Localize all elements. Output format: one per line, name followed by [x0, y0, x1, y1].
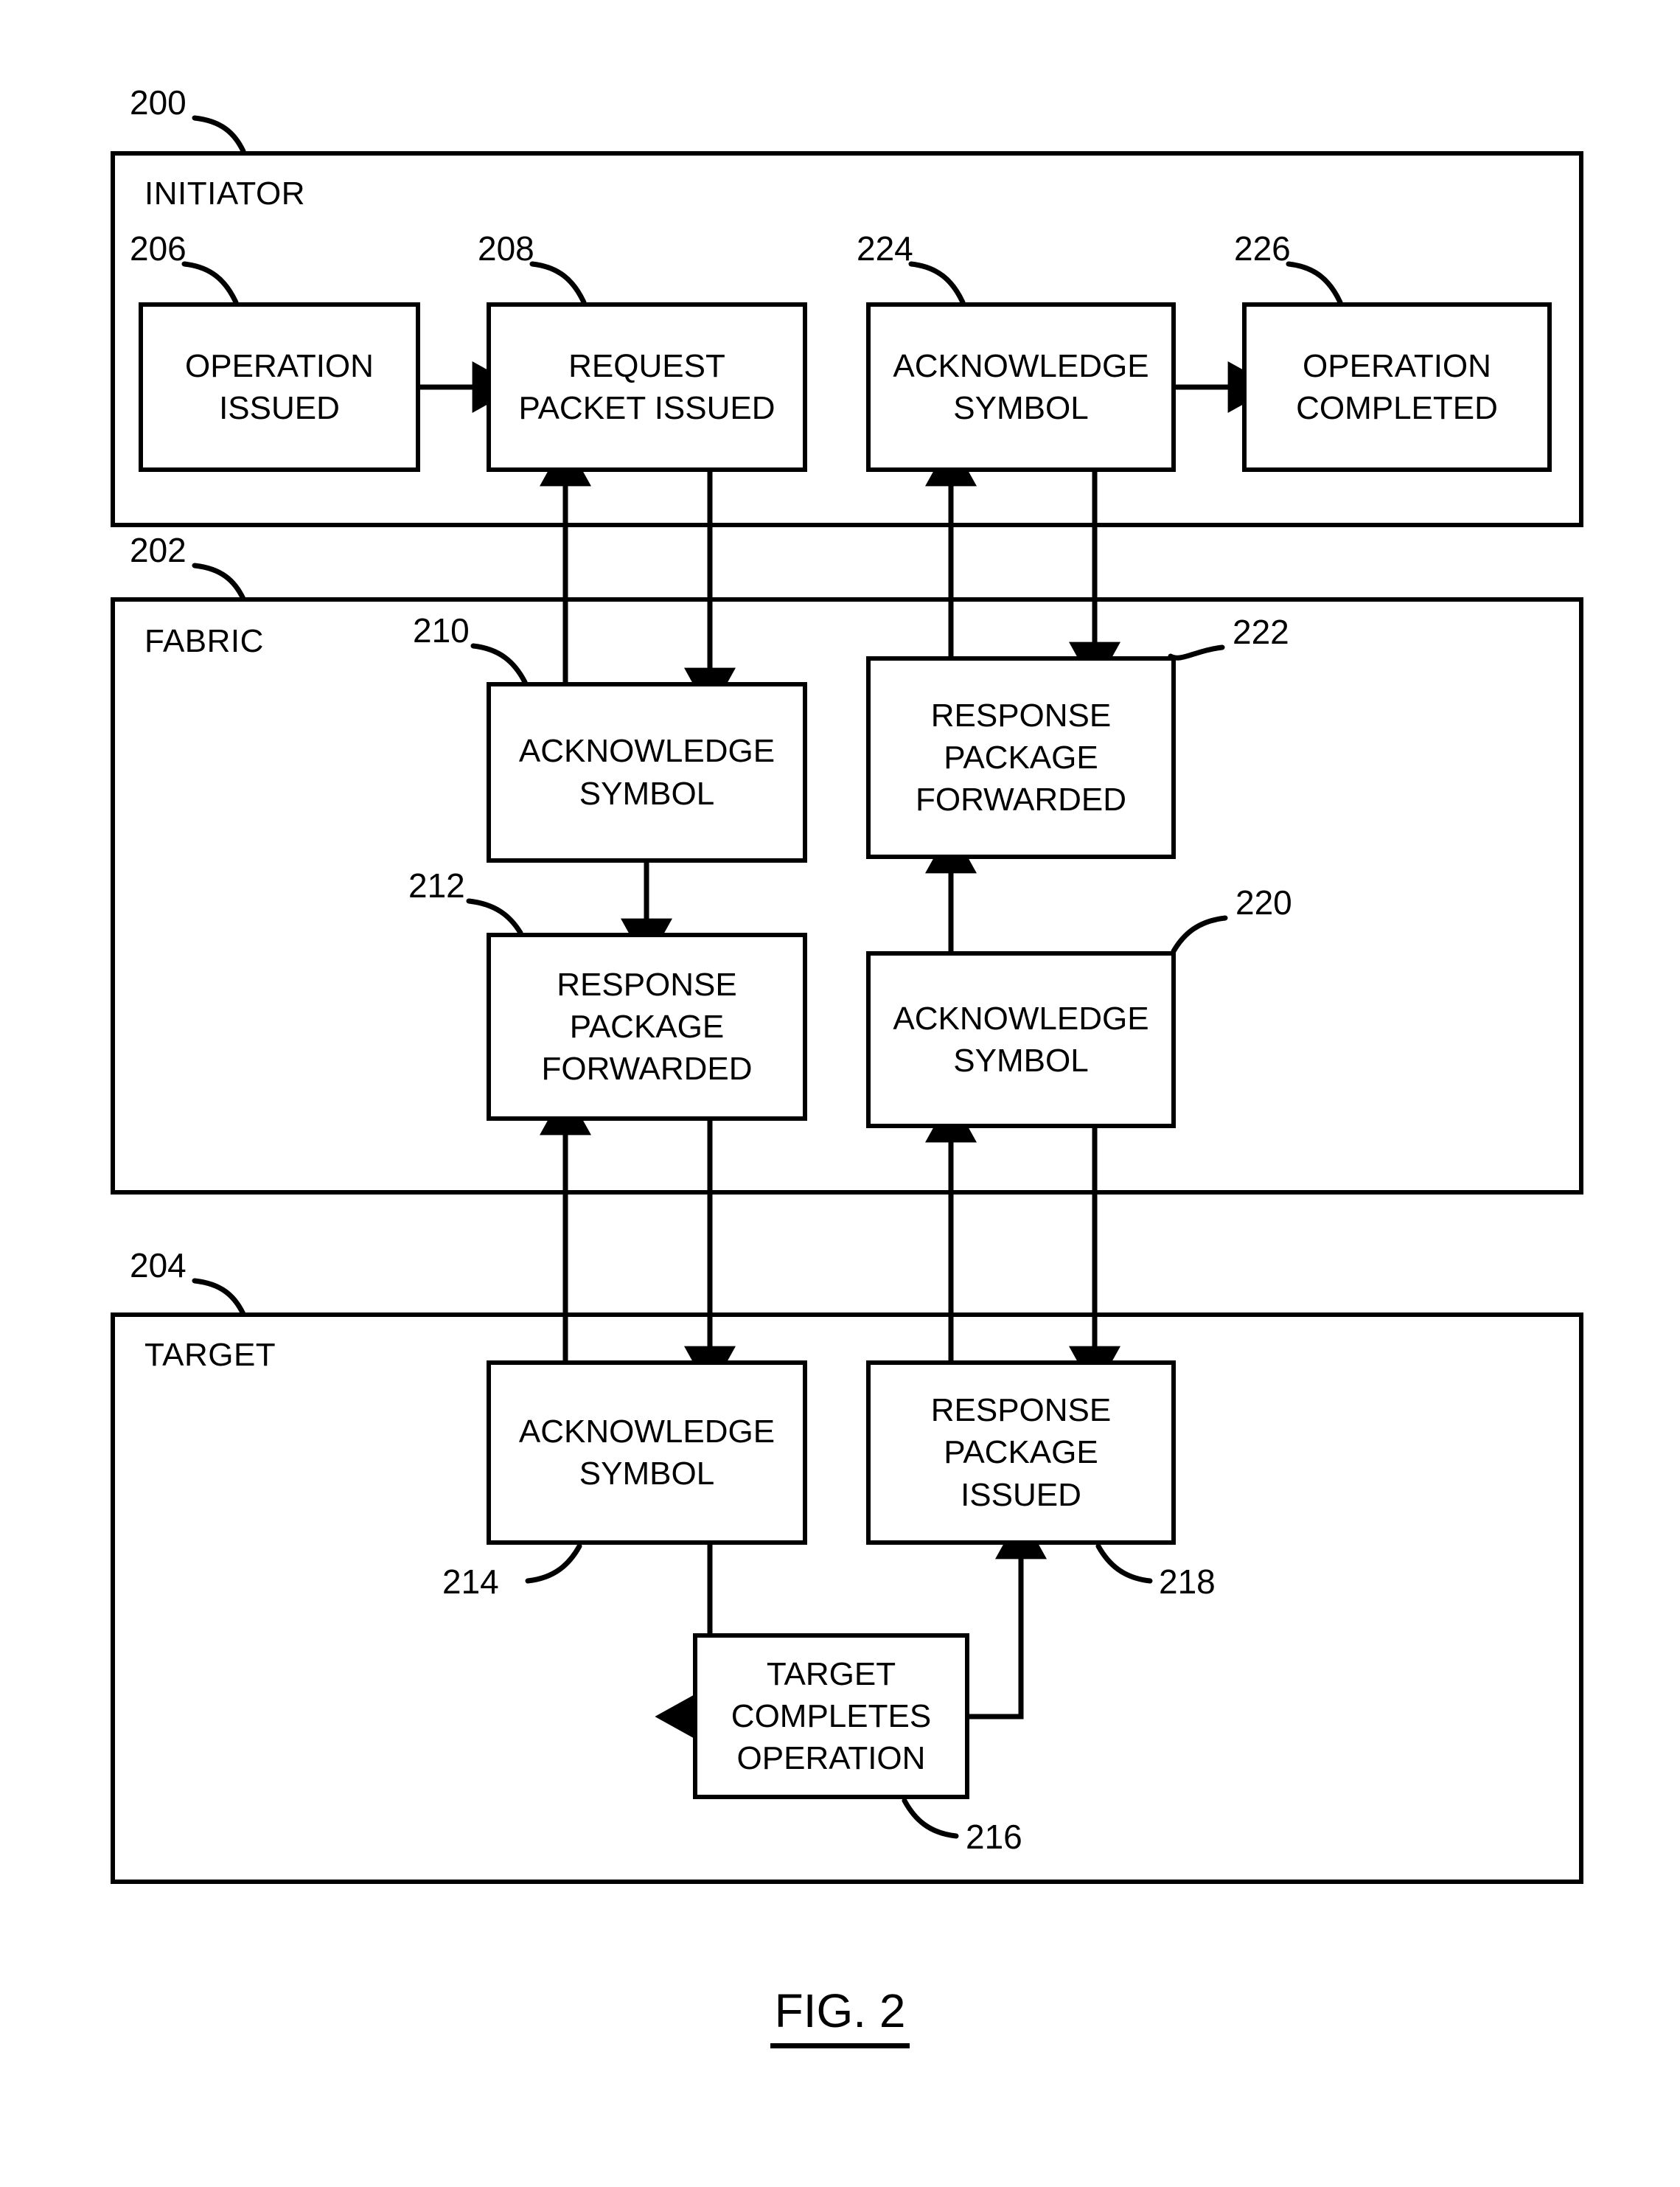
- section-fabric: [111, 597, 1583, 1195]
- node-218[interactable]: RESPONSE PACKAGE ISSUED: [866, 1360, 1176, 1545]
- node-214[interactable]: ACKNOWLEDGE SYMBOL: [487, 1360, 807, 1545]
- node-220[interactable]: ACKNOWLEDGE SYMBOL: [866, 951, 1176, 1128]
- ref-212: 212: [408, 866, 465, 905]
- node-212[interactable]: RESPONSE PACKAGE FORWARDED: [487, 933, 807, 1121]
- figure-caption: FIG. 2: [0, 1983, 1680, 2048]
- ref-220: 220: [1235, 883, 1292, 922]
- node-210-label: ACKNOWLEDGE SYMBOL: [518, 733, 775, 812]
- ref-218: 218: [1159, 1562, 1216, 1601]
- node-206-label: OPERATION ISSUED: [185, 347, 374, 426]
- figure-caption-text: FIG. 2: [770, 1984, 910, 2048]
- node-208[interactable]: REQUEST PACKET ISSUED: [487, 302, 807, 472]
- ref-222: 222: [1233, 613, 1289, 651]
- section-initiator-label: INITIATOR: [144, 175, 305, 212]
- ref-202: 202: [130, 531, 187, 569]
- node-218-label: RESPONSE PACKAGE ISSUED: [930, 1392, 1112, 1513]
- node-216[interactable]: TARGET COMPLETES OPERATION: [693, 1633, 969, 1799]
- patent-figure-canvas: INITIATOR FABRIC TARGET OPERATION ISSUED…: [0, 0, 1680, 2187]
- ref-226: 226: [1234, 229, 1291, 268]
- node-226-label: OPERATION COMPLETED: [1296, 347, 1498, 426]
- ref-204: 204: [130, 1246, 187, 1284]
- section-target-label: TARGET: [144, 1337, 276, 1373]
- node-208-label: REQUEST PACKET ISSUED: [518, 347, 775, 426]
- node-220-label: ACKNOWLEDGE SYMBOL: [893, 1000, 1149, 1079]
- section-fabric-label: FABRIC: [144, 623, 264, 659]
- ref-206: 206: [130, 229, 187, 268]
- ref-216: 216: [966, 1818, 1022, 1856]
- ref-214: 214: [442, 1562, 499, 1601]
- node-210[interactable]: ACKNOWLEDGE SYMBOL: [487, 682, 807, 863]
- ref-208: 208: [478, 229, 534, 268]
- ref-224: 224: [857, 229, 913, 268]
- node-226[interactable]: OPERATION COMPLETED: [1242, 302, 1552, 472]
- node-222-label: RESPONSE PACKAGE FORWARDED: [916, 697, 1126, 818]
- node-206[interactable]: OPERATION ISSUED: [139, 302, 420, 472]
- node-224[interactable]: ACKNOWLEDGE SYMBOL: [866, 302, 1176, 472]
- node-222[interactable]: RESPONSE PACKAGE FORWARDED: [866, 656, 1176, 859]
- node-224-label: ACKNOWLEDGE SYMBOL: [893, 347, 1149, 426]
- ref-210: 210: [413, 611, 470, 650]
- node-214-label: ACKNOWLEDGE SYMBOL: [518, 1413, 775, 1492]
- ref-200: 200: [130, 83, 187, 122]
- node-212-label: RESPONSE PACKAGE FORWARDED: [541, 966, 753, 1088]
- node-216-label: TARGET COMPLETES OPERATION: [731, 1655, 932, 1777]
